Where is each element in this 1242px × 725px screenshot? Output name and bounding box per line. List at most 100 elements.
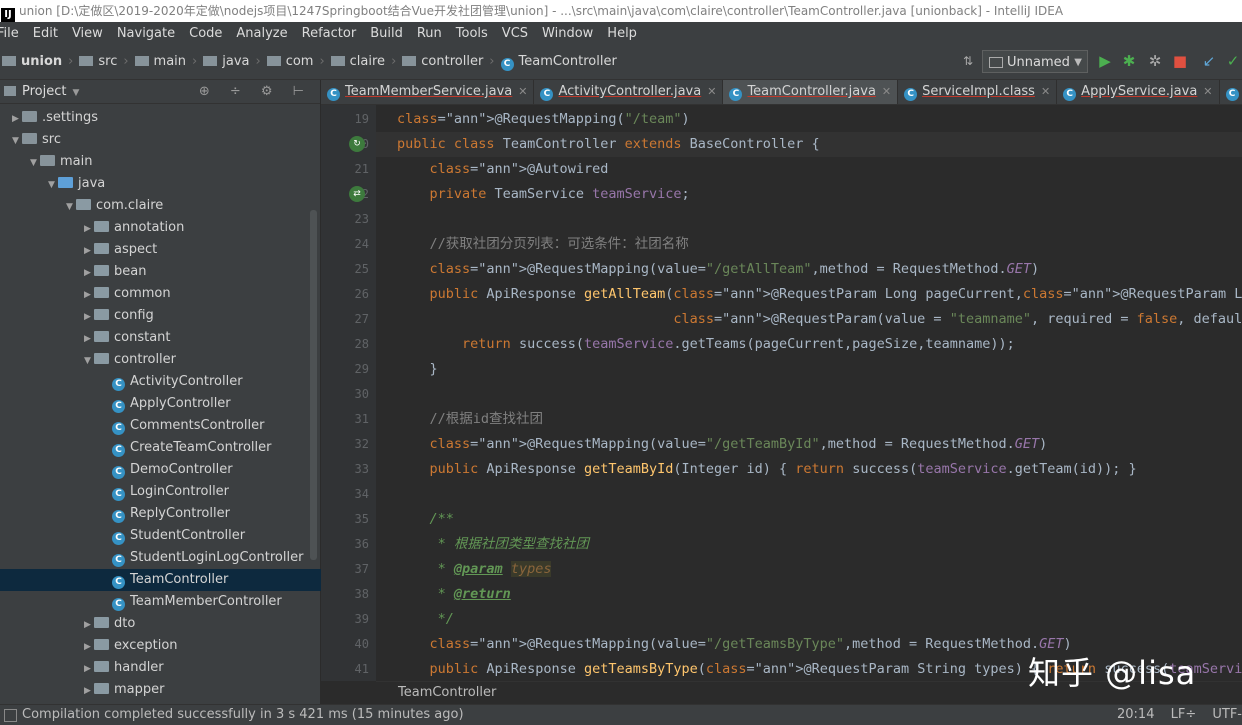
collapsed-arrow-icon[interactable]: ▶ bbox=[84, 240, 94, 262]
code-line[interactable]: * @return bbox=[376, 582, 511, 607]
collapsed-arrow-icon[interactable]: ▶ bbox=[84, 284, 94, 306]
breadcrumb-label: controller bbox=[421, 54, 484, 69]
breadcrumb-item[interactable]: com › bbox=[266, 45, 325, 79]
code-line[interactable]: return success(teamService.getTeams(page… bbox=[376, 332, 1015, 357]
code-line[interactable]: public ApiResponse getAllTeam(class="ann… bbox=[376, 282, 1242, 307]
code-line[interactable]: * 根据社团类型查找社团 bbox=[376, 532, 589, 557]
stop-icon[interactable]: ■ bbox=[1171, 52, 1189, 70]
code-line[interactable]: class="ann">@Autowired bbox=[376, 157, 609, 182]
code-line[interactable]: class="ann">@RequestMapping(value="/getA… bbox=[376, 257, 1040, 282]
tree-item-mapper[interactable]: ▶ mapper bbox=[0, 679, 402, 701]
code-line[interactable]: } bbox=[376, 357, 438, 382]
close-icon[interactable]: ✕ bbox=[1203, 85, 1212, 98]
menu-navigate[interactable]: Navigate bbox=[117, 22, 175, 45]
code-line[interactable]: public class TeamController extends Base… bbox=[376, 132, 1242, 157]
collapsed-arrow-icon[interactable]: ▶ bbox=[84, 328, 94, 350]
collapsed-arrow-icon[interactable]: ▶ bbox=[12, 108, 22, 130]
tree-item-main[interactable]: ▼ main bbox=[0, 151, 348, 173]
collapsed-arrow-icon[interactable]: ▶ bbox=[84, 636, 94, 658]
code-line[interactable]: public ApiResponse getTeamById(Integer i… bbox=[376, 457, 1137, 482]
code-line[interactable]: class="ann">@RequestMapping(value="/getT… bbox=[376, 432, 1048, 457]
project-panel-title[interactable]: Project bbox=[22, 84, 66, 99]
breadcrumb-separator: › bbox=[123, 54, 129, 69]
code-line[interactable]: class="ann">@RequestMapping(value="/getT… bbox=[376, 632, 1072, 657]
collapsed-arrow-icon[interactable]: ▶ bbox=[84, 262, 94, 284]
code-line[interactable]: //根据id查找社团 bbox=[376, 407, 544, 432]
coverage-icon[interactable]: ✲ bbox=[1146, 52, 1164, 70]
menu-file[interactable]: File bbox=[0, 22, 19, 45]
autowired-bean-icon[interactable]: ⇄ bbox=[349, 186, 365, 202]
vcs-commit-icon[interactable]: ✓ bbox=[1224, 52, 1242, 70]
file-encoding[interactable]: UTF- bbox=[1212, 707, 1242, 722]
breadcrumb-item[interactable]: claire › bbox=[330, 45, 396, 79]
expanded-arrow-icon[interactable]: ▼ bbox=[12, 130, 22, 152]
code-line[interactable] bbox=[376, 482, 397, 507]
editor-tab[interactable]: C ServiceImpl.class ✕ bbox=[898, 80, 1058, 104]
collapsed-arrow-icon[interactable]: ▶ bbox=[84, 680, 94, 702]
menu-tools[interactable]: Tools bbox=[456, 22, 488, 45]
close-icon[interactable]: ✕ bbox=[707, 85, 716, 98]
line-separator[interactable]: LF÷ bbox=[1171, 707, 1197, 722]
code-line[interactable] bbox=[376, 207, 397, 232]
breadcrumb-item[interactable]: union › bbox=[2, 45, 73, 79]
tree-item--settings[interactable]: ▶ .settings bbox=[0, 107, 330, 129]
expanded-arrow-icon[interactable]: ▼ bbox=[48, 174, 58, 196]
code-editor[interactable]: class="ann">@RequestMapping("/team") publ… bbox=[376, 105, 1242, 681]
caret-position[interactable]: 20:14 bbox=[1117, 707, 1154, 722]
code-line[interactable]: class="ann">@RequestMapping("/team") bbox=[376, 107, 690, 132]
breadcrumb-item[interactable]: controller › bbox=[402, 45, 495, 79]
run-configuration-dropdown[interactable]: Unnamed ▼ bbox=[982, 50, 1088, 73]
breadcrumb-item[interactable]: java › bbox=[203, 45, 261, 79]
menu-run[interactable]: Run bbox=[417, 22, 442, 45]
editor-tab[interactable]: C TeamMemberService.java ✕ bbox=[321, 80, 535, 104]
code-line[interactable]: //获取社团分页列表：可选条件：社团名称 bbox=[376, 232, 689, 257]
menu-analyze[interactable]: Analyze bbox=[236, 22, 287, 45]
menu-vcs[interactable]: VCS bbox=[502, 22, 528, 45]
editor-tab[interactable]: C ActivityController.java ✕ bbox=[534, 80, 724, 104]
code-line[interactable] bbox=[376, 382, 397, 407]
breadcrumb-item[interactable]: main › bbox=[134, 45, 197, 79]
tree-scrollbar[interactable] bbox=[310, 210, 317, 560]
close-icon[interactable]: ✕ bbox=[1041, 85, 1050, 98]
code-line[interactable]: class="ann">@RequestParam(value = "teamn… bbox=[376, 307, 1242, 332]
status-message[interactable]: Compilation completed successfully in 3 … bbox=[22, 705, 464, 725]
code-line[interactable]: private TeamService teamService; bbox=[376, 182, 690, 207]
expanded-arrow-icon[interactable]: ▼ bbox=[66, 196, 76, 218]
menu-help[interactable]: Help bbox=[607, 22, 637, 45]
expanded-arrow-icon[interactable]: ▼ bbox=[84, 350, 94, 372]
menu-refactor[interactable]: Refactor bbox=[302, 22, 357, 45]
breadcrumb-item[interactable]: C TeamController bbox=[500, 45, 617, 79]
editor-tab[interactable]: C ApplyService.java ✕ bbox=[1057, 80, 1220, 104]
debug-icon[interactable]: ✱ bbox=[1120, 52, 1138, 70]
implementation-icon[interactable]: ↻ bbox=[349, 136, 365, 152]
close-icon[interactable]: ✕ bbox=[518, 85, 527, 98]
vcs-update-icon[interactable]: ↙ bbox=[1200, 52, 1218, 70]
expanded-arrow-icon[interactable]: ▼ bbox=[30, 152, 40, 174]
menu-build[interactable]: Build bbox=[370, 22, 403, 45]
breadcrumb-item[interactable]: src › bbox=[79, 45, 129, 79]
code-line[interactable]: */ bbox=[376, 607, 454, 632]
editor-tab[interactable]: C TeamController.java ✕ bbox=[723, 80, 899, 104]
menu-view[interactable]: View bbox=[72, 22, 103, 45]
panel-tools[interactable]: ⊕ ÷ ⚙ ⊢ bbox=[199, 80, 312, 103]
tree-item-java[interactable]: ▼ java bbox=[0, 173, 366, 195]
chevron-down-icon[interactable]: ▼ bbox=[72, 88, 79, 98]
class-icon: C bbox=[112, 422, 125, 435]
event-log-icon[interactable] bbox=[4, 709, 17, 722]
collapsed-arrow-icon[interactable]: ▶ bbox=[84, 306, 94, 328]
collapsed-arrow-icon[interactable]: ▶ bbox=[84, 614, 94, 636]
close-icon[interactable]: ✕ bbox=[882, 85, 891, 98]
status-bar: Compilation completed successfully in 3 … bbox=[0, 704, 1242, 725]
build-icon[interactable]: ⇅ bbox=[959, 52, 977, 70]
code-line[interactable]: /** bbox=[376, 507, 454, 532]
run-icon[interactable]: ▶ bbox=[1096, 52, 1114, 70]
tree-item-label: TeamMemberController bbox=[130, 594, 282, 609]
collapsed-arrow-icon[interactable]: ▶ bbox=[84, 218, 94, 240]
tree-item-src[interactable]: ▼ src bbox=[0, 129, 330, 151]
menu-window[interactable]: Window bbox=[542, 22, 593, 45]
menu-edit[interactable]: Edit bbox=[33, 22, 58, 45]
menu-code[interactable]: Code bbox=[189, 22, 222, 45]
collapsed-arrow-icon[interactable]: ▶ bbox=[84, 658, 94, 680]
editor-tab[interactable]: CTeam bbox=[1220, 80, 1242, 104]
code-line[interactable]: * @param types bbox=[376, 557, 552, 582]
